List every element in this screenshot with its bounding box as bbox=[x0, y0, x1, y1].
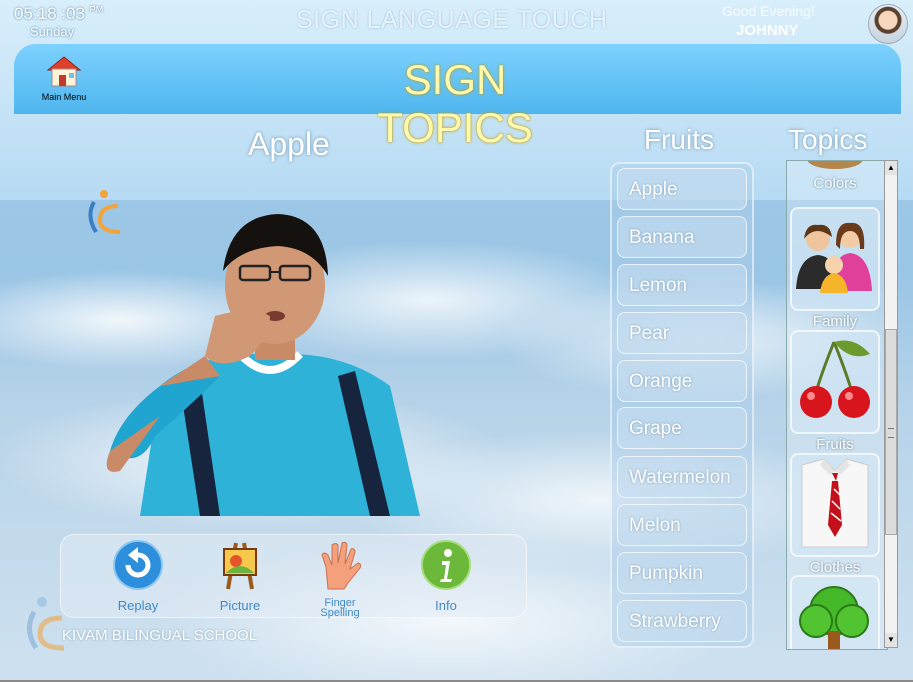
topic-fruits[interactable]: Fruits bbox=[790, 330, 880, 453]
list-item-grape[interactable]: Grape bbox=[617, 407, 747, 449]
info-icon bbox=[421, 540, 471, 590]
school-watermark-icon bbox=[22, 594, 70, 654]
list-item-orange[interactable]: Orange bbox=[617, 360, 747, 402]
replay-label: Replay bbox=[117, 598, 159, 613]
topic-colors[interactable]: Colors bbox=[790, 161, 880, 192]
main-menu-label: Main Menu bbox=[41, 92, 87, 102]
topics-heading: Topics bbox=[788, 124, 868, 155]
list-item-melon[interactable]: Melon bbox=[617, 504, 747, 546]
day-label: Sunday bbox=[30, 24, 75, 39]
picture-button[interactable]: Picture bbox=[205, 539, 275, 613]
app-window: 05:18 :03 PM Sunday SIGN LANGUAGE TOUCH … bbox=[0, 0, 913, 682]
topic-clothes[interactable]: Clothes bbox=[790, 453, 880, 576]
topic-nature[interactable] bbox=[790, 575, 880, 649]
list-item-lemon[interactable]: Lemon bbox=[617, 264, 747, 306]
replay-icon bbox=[113, 540, 163, 590]
clock: 05:18 :03 PM bbox=[14, 4, 104, 23]
replay-button[interactable]: Replay bbox=[103, 539, 173, 613]
finger-spelling-label: Finger Spelling bbox=[320, 597, 360, 619]
hand-icon bbox=[321, 541, 362, 590]
fruit-list: Apple Banana Lemon Pear Orange Grape Wat… bbox=[610, 162, 754, 648]
topic-family[interactable]: Family bbox=[790, 207, 880, 330]
topics-panel: Colors Family Fruits Clothes bbox=[786, 160, 888, 650]
info-button[interactable]: Info bbox=[411, 539, 481, 613]
list-item-pumpkin[interactable]: Pumpkin bbox=[617, 552, 747, 594]
home-icon bbox=[44, 54, 84, 88]
app-title: SIGN LANGUAGE TOUCH bbox=[296, 6, 608, 34]
easel-icon bbox=[223, 542, 257, 590]
school-name: KIVAM BILINGUAL SCHOOL bbox=[62, 627, 258, 644]
palette-icon bbox=[790, 161, 880, 173]
topics-scrollbar[interactable]: ▲ ▼ bbox=[884, 160, 898, 648]
cherry-icon bbox=[790, 330, 880, 434]
list-item-watermelon[interactable]: Watermelon bbox=[617, 456, 747, 498]
shirt-icon bbox=[790, 453, 880, 557]
user-avatar[interactable] bbox=[868, 4, 908, 44]
topic-label: Family bbox=[812, 313, 858, 330]
topic-label: Colors bbox=[813, 175, 857, 192]
topic-label: Clothes bbox=[809, 559, 861, 576]
main-menu-button[interactable]: Main Menu bbox=[38, 54, 90, 112]
greeting: Good Evening! bbox=[722, 3, 815, 19]
picture-label: Picture bbox=[219, 598, 261, 613]
list-item-apple[interactable]: Apple bbox=[617, 168, 747, 210]
finger-spelling-button[interactable]: Finger Spelling bbox=[305, 539, 375, 619]
topic-label: Fruits bbox=[816, 436, 854, 453]
playback-controls: Replay Picture Finger Spelling Info bbox=[60, 534, 527, 619]
list-item-strawberry[interactable]: Strawberry bbox=[617, 600, 747, 642]
info-label: Info bbox=[435, 598, 457, 613]
scroll-thumb[interactable] bbox=[885, 329, 897, 535]
tree-icon bbox=[790, 575, 880, 649]
sign-video[interactable] bbox=[100, 186, 430, 516]
page-title: SIGN TOPICS bbox=[377, 56, 533, 151]
username: JOHNNY bbox=[736, 22, 799, 39]
current-sign-title: Apple bbox=[248, 126, 330, 162]
list-item-banana[interactable]: Banana bbox=[617, 216, 747, 258]
list-item-pear[interactable]: Pear bbox=[617, 312, 747, 354]
grip-icon bbox=[888, 428, 894, 438]
family-icon bbox=[790, 207, 880, 311]
scroll-up-arrow-icon[interactable]: ▲ bbox=[885, 161, 897, 175]
scroll-down-arrow-icon[interactable]: ▼ bbox=[885, 633, 897, 647]
category-heading: Fruits bbox=[644, 124, 714, 155]
